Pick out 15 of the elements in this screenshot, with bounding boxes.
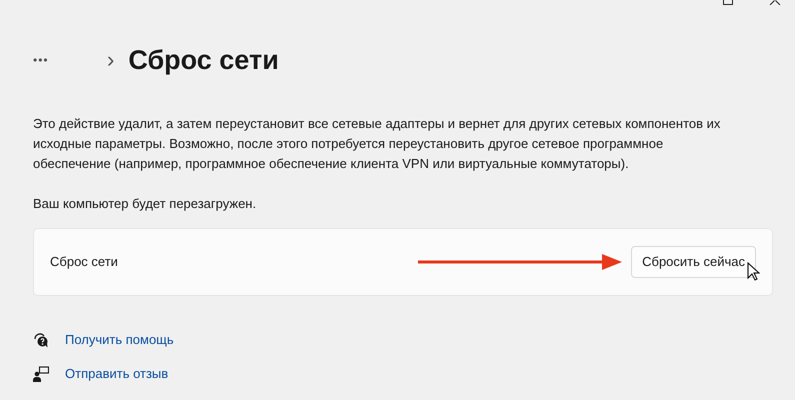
breadcrumb-separator: ›	[107, 49, 114, 71]
description-text: Это действие удалит, а затем переустановит все сетевые адаптеры и вернет для других сетевых компонентов их исходные параметры. Возможно, после этого потребуется переустановить другое сетевое программное обеспечение (например, программное обеспечение клиента VPN или виртуальные коммутаторы).	[33, 115, 722, 173]
link[interactable]: Отправить отзыв	[65, 364, 168, 384]
mouse-cursor-icon	[747, 262, 761, 282]
help-chat-icon	[33, 332, 49, 348]
arrow-icon	[418, 254, 622, 270]
reset-label: Сброс сети	[50, 253, 118, 272]
more-button[interactable]: •••	[33, 51, 63, 69]
maximize-icon[interactable]	[723, 0, 733, 5]
person-feedback-icon	[33, 366, 49, 382]
link[interactable]: Получить помощь	[65, 330, 174, 350]
reset-now-button[interactable]: Сбросить сейчас	[631, 246, 756, 278]
restart-notice: Ваш компьютер будет перезагружен.	[33, 195, 258, 213]
close-icon[interactable]	[769, 0, 781, 5]
page-title: Сброс сети	[128, 46, 279, 74]
